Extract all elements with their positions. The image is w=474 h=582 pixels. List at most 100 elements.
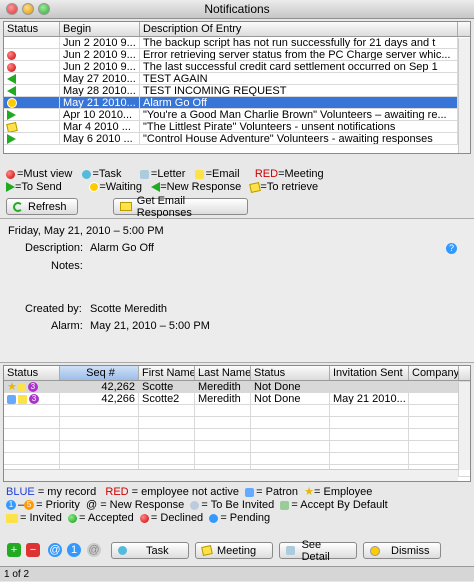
attendee-status-cell: ★ 3	[4, 381, 60, 392]
notification-row[interactable]: Mar 4 2010 ... "The Littlest Pirate" Volu…	[4, 121, 470, 133]
help-icon[interactable]: ?	[446, 243, 457, 254]
attendees-vscrollbar[interactable]	[458, 382, 470, 470]
notification-row[interactable]: Jun 2 2010 9... The backup script has not…	[4, 37, 470, 49]
entry-detail-pane: Friday, May 21, 2010 – 5:00 PM Descripti…	[0, 218, 474, 363]
empty-cell	[139, 417, 195, 428]
attendee-row[interactable]: 3 42,266 Scotte2 Meredith Not Done May 21 201…	[4, 393, 470, 405]
notification-row[interactable]: Jun 2 2010 9... Error retrieving server s…	[4, 49, 470, 61]
empty-cell	[60, 417, 139, 428]
legend-red: RED	[254, 168, 279, 180]
row-begin-cell: Apr 10 2010...	[60, 109, 140, 120]
refresh-label: Refresh	[28, 200, 67, 213]
empty-cell	[4, 417, 60, 428]
invited-icon	[16, 382, 26, 392]
dismiss-button[interactable]: Dismiss	[363, 542, 441, 559]
accept-default-icon	[280, 500, 290, 510]
row-status-cell	[4, 61, 60, 72]
row-status-cell	[4, 49, 60, 60]
notification-row[interactable]: May 27 2010... TEST AGAIN	[4, 73, 470, 85]
to-send-icon	[7, 110, 16, 120]
seq-cell: 42,266	[60, 393, 139, 404]
status-cell: Not Done	[251, 393, 330, 404]
empty-cell	[330, 405, 409, 416]
col-status[interactable]: Status	[4, 22, 60, 36]
empty-cell	[60, 441, 139, 452]
declined-icon	[139, 513, 149, 523]
attendee-row[interactable]: ★ 3 42,262 Scotte Meredith Not Done	[4, 381, 470, 393]
created-by-value: Scotte Meredith	[90, 303, 168, 315]
row-status-cell	[4, 73, 60, 84]
row-description-cell: TEST INCOMING REQUEST	[140, 85, 458, 96]
notification-row[interactable]: May 6 2010 ... "Control House Adventure" …	[4, 133, 470, 145]
col-first-name[interactable]: First Name	[139, 366, 195, 380]
status-bar: 1 of 2	[0, 566, 474, 581]
notification-row[interactable]: Jun 2 2010 9... The last successful credi…	[4, 61, 470, 73]
col-seq[interactable]: Seq #	[60, 366, 139, 380]
new-response-icon	[151, 182, 161, 193]
see-detail-label: See Detail	[301, 538, 330, 563]
notifications-rows: Jun 2 2010 9... The backup script has not…	[4, 37, 470, 145]
notifications-table[interactable]: Status Begin Description Of Entry Jun 2 …	[3, 21, 471, 154]
col-person-status2[interactable]: Status	[251, 366, 330, 380]
empty-cell	[60, 405, 139, 416]
at-button[interactable]: @	[87, 543, 101, 557]
get-email-label: Get Email Responses	[136, 194, 192, 219]
detail-date: Friday, May 21, 2010 – 5:00 PM	[8, 225, 164, 237]
zoom-icon[interactable]	[38, 3, 50, 15]
notification-row[interactable]: May 21 2010... Alarm Go Off	[4, 97, 470, 109]
see-detail-button[interactable]: See Detail	[279, 539, 357, 563]
task-button[interactable]: Task	[111, 542, 189, 559]
notification-row[interactable]: May 28 2010... TEST INCOMING REQUEST	[4, 85, 470, 97]
created-by-label: Created by:	[25, 303, 82, 315]
empty-cell	[4, 453, 60, 464]
row-description-cell: The backup script has not run successful…	[140, 37, 458, 48]
empty-cell	[409, 441, 459, 452]
description-label: Description:	[25, 242, 84, 254]
legend-new-response2: = New Response	[100, 499, 185, 511]
window-title: Notifications	[204, 2, 270, 16]
empty-cell	[251, 417, 330, 428]
priority-icon[interactable]: @	[48, 543, 62, 557]
priority-one-button[interactable]: 1	[67, 543, 81, 557]
attendees-hscrollbar[interactable]	[4, 469, 458, 481]
empty-cell	[139, 429, 195, 440]
col-description[interactable]: Description Of Entry	[140, 22, 458, 36]
empty-cell	[330, 453, 409, 464]
add-icon[interactable]: +	[7, 543, 21, 557]
close-icon[interactable]	[6, 3, 18, 15]
minimize-icon[interactable]	[22, 3, 34, 15]
get-email-responses-button[interactable]: Get Email Responses	[113, 195, 248, 219]
empty-cell	[195, 441, 251, 452]
new-response-icon	[7, 86, 16, 96]
task-icon	[118, 546, 127, 555]
empty-cell	[195, 417, 251, 428]
attendees-table[interactable]: Status Seq # First Name Last Name Status…	[3, 365, 471, 482]
empty-cell	[251, 405, 330, 416]
legend-blue: BLUE	[6, 486, 35, 498]
legend-my-record: = my record	[37, 486, 97, 498]
col-company[interactable]: Company	[409, 366, 459, 380]
row-begin-cell: Jun 2 2010 9...	[60, 49, 140, 60]
empty-cell	[4, 429, 60, 440]
email-icon	[194, 169, 204, 179]
col-invitation-sent[interactable]: Invitation Sent	[330, 366, 409, 380]
meeting-button[interactable]: Meeting	[195, 542, 273, 559]
row-status-cell	[4, 37, 60, 48]
company-cell	[409, 381, 459, 392]
refresh-button[interactable]: Refresh	[6, 198, 78, 215]
row-description-cell: Error retrieving server status from the …	[140, 49, 458, 60]
empty-cell	[60, 453, 139, 464]
remove-icon[interactable]: −	[26, 543, 40, 557]
legend-not-active: = employee not active	[131, 486, 239, 498]
row-status-cell	[4, 133, 60, 144]
first-name-cell: Scotte2	[139, 393, 195, 404]
notification-row[interactable]: Apr 10 2010... "You're a Good Man Charlie…	[4, 109, 470, 121]
task-label: Task	[146, 544, 169, 557]
notifications-scrollbar[interactable]	[458, 38, 470, 153]
window-controls[interactable]	[6, 3, 50, 15]
legend-email: =Email	[205, 168, 240, 180]
col-last-name[interactable]: Last Name	[195, 366, 251, 380]
col-person-status[interactable]: Status	[4, 366, 60, 380]
col-begin[interactable]: Begin	[60, 22, 140, 36]
empty-row	[4, 453, 470, 465]
